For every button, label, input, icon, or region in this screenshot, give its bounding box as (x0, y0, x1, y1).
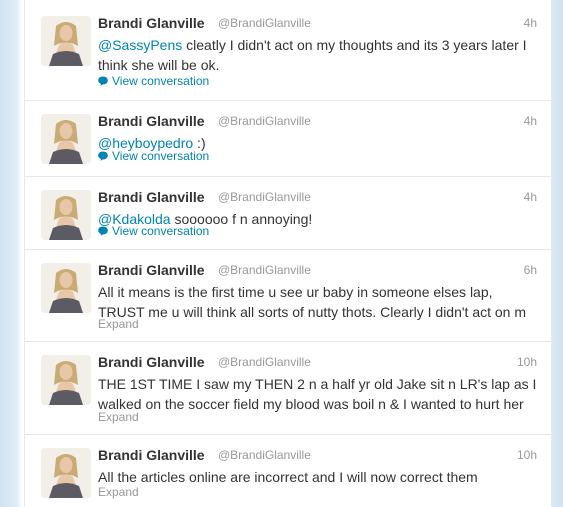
tweet-text: THE 1ST TIME I saw my THEN 2 n a half yr… (98, 374, 538, 414)
author-name[interactable]: Brandi Glanville (98, 15, 205, 31)
tweet[interactable]: Brandi Glanville @BrandiGlanville 10h Al… (25, 435, 551, 507)
avatar[interactable] (41, 16, 91, 66)
author-handle[interactable]: @BrandiGlanville (218, 114, 311, 128)
author-name[interactable]: Brandi Glanville (98, 113, 205, 129)
tweet-timestamp[interactable]: 6h (524, 263, 537, 277)
tweet[interactable]: Brandi Glanville @BrandiGlanville 4h @Sa… (25, 3, 551, 101)
avatar-image (41, 190, 91, 240)
avatar[interactable] (41, 355, 91, 405)
view-conversation-link[interactable]: View conversation (98, 74, 209, 88)
avatar-image (41, 355, 91, 405)
mention-link[interactable]: @SassyPens (98, 37, 182, 53)
author-name[interactable]: Brandi Glanville (98, 189, 205, 205)
avatar-image (41, 16, 91, 66)
tweet-text-line: walked on the soccer field my blood was … (98, 396, 524, 412)
tweet-text-line: cleatly I didn't act on my thoughts and … (182, 37, 527, 53)
author-name[interactable]: Brandi Glanville (98, 447, 205, 463)
view-conversation-link[interactable]: View conversation (98, 224, 209, 238)
avatar[interactable] (41, 114, 91, 164)
avatar-image (41, 448, 91, 498)
avatar[interactable] (41, 448, 91, 498)
view-conversation-label[interactable]: View conversation (112, 74, 209, 88)
tweet-text: @SassyPens cleatly I didn't act on my th… (98, 35, 538, 75)
tweet-timestamp[interactable]: 4h (524, 190, 537, 204)
avatar-image (41, 263, 91, 313)
tweet-text-line: THE 1ST TIME I saw my THEN 2 n a half yr… (98, 376, 537, 392)
author-handle[interactable]: @BrandiGlanville (218, 448, 311, 462)
author-name[interactable]: Brandi Glanville (98, 262, 205, 278)
author-handle[interactable]: @BrandiGlanville (218, 190, 311, 204)
tweet[interactable]: Brandi Glanville @BrandiGlanville 6h All… (25, 250, 551, 342)
tweet-text-line: All the articles online are incorrect an… (98, 469, 478, 485)
tweet-timestamp[interactable]: 10h (517, 448, 537, 462)
avatar-image (41, 114, 91, 164)
tweet-timeline: Brandi Glanville @BrandiGlanville 4h @Sa… (24, 0, 552, 507)
tweet-text: All it means is the first time u see ur … (98, 282, 538, 322)
expand-link[interactable]: Expand (98, 317, 139, 331)
expand-link[interactable]: Expand (98, 485, 139, 499)
expand-link[interactable]: Expand (98, 410, 139, 424)
author-handle[interactable]: @BrandiGlanville (218, 16, 311, 30)
tweet-text: All the articles online are incorrect an… (98, 467, 538, 487)
tweet-timestamp[interactable]: 10h (517, 355, 537, 369)
author-handle[interactable]: @BrandiGlanville (218, 355, 311, 369)
tweet-text-line: TRUST me u will think all sorts of nutty… (98, 304, 527, 320)
tweet-timestamp[interactable]: 4h (524, 16, 537, 30)
author-handle[interactable]: @BrandiGlanville (218, 263, 311, 277)
author-name[interactable]: Brandi Glanville (98, 354, 205, 370)
speech-bubble-icon (98, 151, 108, 161)
view-conversation-link[interactable]: View conversation (98, 149, 209, 163)
tweet[interactable]: Brandi Glanville @BrandiGlanville 10h TH… (25, 342, 551, 435)
speech-bubble-icon (98, 76, 108, 86)
avatar[interactable] (41, 263, 91, 313)
view-conversation-label[interactable]: View conversation (112, 149, 209, 163)
tweet-timestamp[interactable]: 4h (524, 114, 537, 128)
tweet-text-line: All it means is the first time u see ur … (98, 284, 493, 300)
avatar[interactable] (41, 190, 91, 240)
view-conversation-label[interactable]: View conversation (112, 224, 209, 238)
tweet[interactable]: Brandi Glanville @BrandiGlanville 4h @he… (25, 101, 551, 177)
tweet-text-line: think she will be ok. (98, 57, 220, 73)
tweet[interactable]: Brandi Glanville @BrandiGlanville 4h @Kd… (25, 177, 551, 250)
speech-bubble-icon (98, 226, 108, 236)
